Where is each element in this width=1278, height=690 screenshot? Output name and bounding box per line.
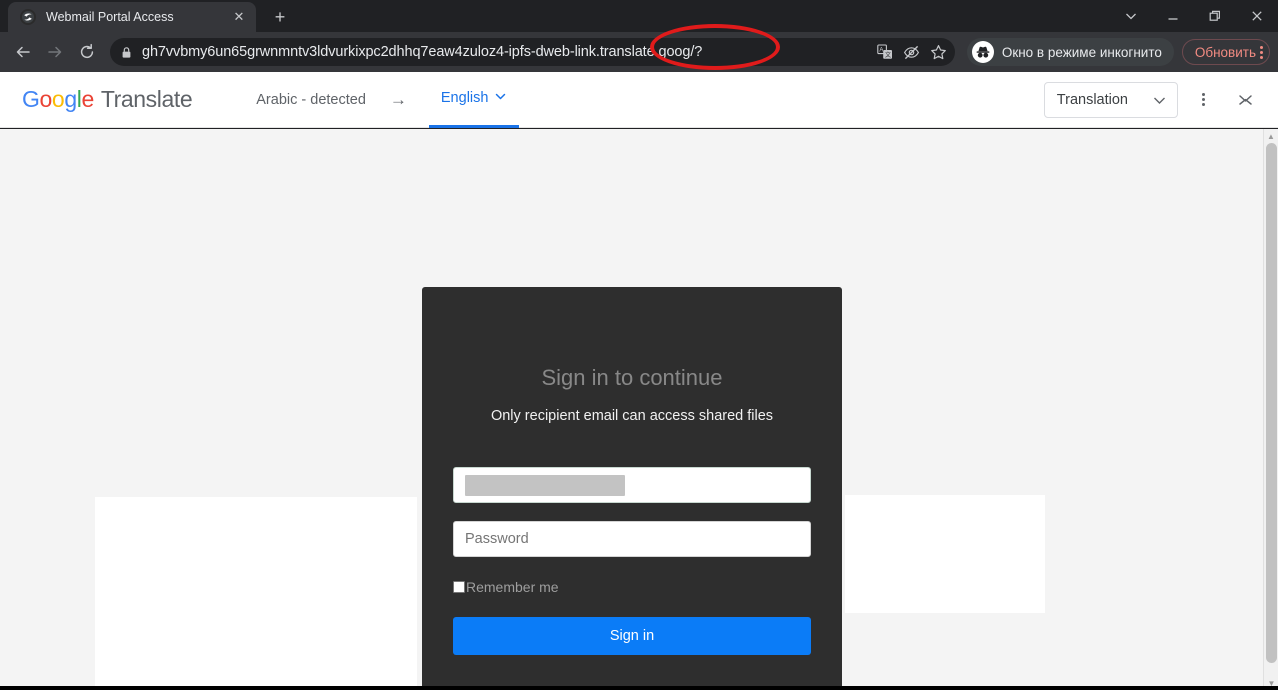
remember-me-label: Remember me bbox=[466, 579, 559, 595]
password-placeholder: Password bbox=[465, 531, 529, 547]
browser-tab[interactable]: Webmail Portal Access ✕ bbox=[8, 2, 256, 32]
svg-text:文: 文 bbox=[885, 51, 891, 59]
remember-me-checkbox[interactable] bbox=[453, 581, 465, 593]
translate-icon[interactable]: A 文 bbox=[877, 44, 893, 60]
background-content-card bbox=[95, 497, 417, 690]
target-language-tab[interactable]: English bbox=[428, 72, 520, 128]
collapse-translate-bar-button[interactable] bbox=[1228, 83, 1262, 117]
target-language-label: English bbox=[440, 90, 489, 106]
browser-toolbar: gh7vvbmy6un65grwnmntv3ldvurkixpc2dhhq7ea… bbox=[0, 32, 1278, 72]
tab-search-button[interactable] bbox=[1110, 0, 1152, 32]
lock-icon[interactable] bbox=[120, 46, 133, 59]
window-controls bbox=[1110, 0, 1278, 32]
password-field[interactable]: Password bbox=[453, 521, 811, 557]
maximize-button[interactable] bbox=[1194, 0, 1236, 32]
update-button[interactable]: Обновить bbox=[1181, 39, 1270, 65]
update-label: Обновить bbox=[1194, 44, 1256, 60]
page-title: Sign in to continue bbox=[541, 365, 723, 390]
incognito-indicator[interactable]: Окно в режиме инкогнито bbox=[966, 38, 1174, 66]
source-language-tab[interactable]: Arabic - detected bbox=[254, 72, 368, 128]
close-icon[interactable]: ✕ bbox=[230, 8, 248, 26]
close-button[interactable] bbox=[1236, 0, 1278, 32]
vertical-scrollbar[interactable]: ▲ ▼ bbox=[1263, 129, 1278, 690]
logo-letter-o2: o bbox=[51, 86, 65, 112]
browser-window: Webmail Portal Access ✕ + gh7vvbmy6un65g… bbox=[0, 0, 1278, 690]
remember-me-row[interactable]: Remember me bbox=[453, 579, 811, 595]
logo-word-translate: Translate bbox=[100, 86, 193, 112]
arrow-left-icon[interactable] bbox=[8, 37, 38, 67]
address-bar[interactable]: gh7vvbmy6un65grwnmntv3ldvurkixpc2dhhq7ea… bbox=[110, 38, 955, 66]
minimize-button[interactable] bbox=[1152, 0, 1194, 32]
translation-mode-select[interactable]: Translation bbox=[1043, 81, 1178, 118]
tab-title: Webmail Portal Access bbox=[46, 10, 174, 24]
window-bottom-edge bbox=[0, 686, 1278, 690]
globe-swoosh-icon bbox=[20, 9, 36, 25]
translation-mode-label: Translation bbox=[1056, 91, 1128, 108]
chevron-down-icon[interactable] bbox=[494, 90, 507, 107]
omnibox-actions: A 文 bbox=[877, 38, 947, 66]
google-translate-logo: G o o g l e Translate bbox=[22, 86, 193, 113]
caret-down-icon[interactable] bbox=[1154, 92, 1165, 108]
translate-bar-actions: Translation bbox=[1043, 81, 1262, 118]
incognito-label: Окно в режиме инкогнито bbox=[1001, 44, 1162, 60]
logo-letter-e: e bbox=[81, 86, 94, 112]
redacted-email-value bbox=[465, 474, 625, 496]
new-tab-button[interactable]: + bbox=[266, 3, 294, 31]
bookmark-star-icon[interactable] bbox=[930, 44, 947, 61]
logo-letter-g2: g bbox=[64, 86, 77, 112]
svg-text:A: A bbox=[879, 48, 883, 54]
url-text: gh7vvbmy6un65grwnmntv3ldvurkixpc2dhhq7ea… bbox=[142, 44, 703, 60]
scrollbar-thumb[interactable] bbox=[1266, 143, 1277, 663]
google-translate-bar: G o o g l e Translate Arabic - detected … bbox=[0, 72, 1278, 128]
arrow-right-icon: → bbox=[389, 89, 407, 109]
kebab-menu-icon bbox=[1201, 93, 1205, 106]
reload-icon[interactable] bbox=[72, 37, 102, 67]
background-content-card bbox=[845, 495, 1045, 613]
language-selector: Arabic - detected → English bbox=[254, 72, 520, 128]
email-field[interactable] bbox=[453, 467, 811, 503]
logo-letter-o1: o bbox=[39, 86, 53, 112]
caret-up-icon[interactable]: ▲ bbox=[1264, 129, 1278, 143]
tab-strip: Webmail Portal Access ✕ + bbox=[0, 0, 1278, 32]
modal-subtitle: Only recipient email can access shared f… bbox=[490, 408, 774, 424]
translate-options-button[interactable] bbox=[1186, 83, 1220, 117]
eye-slash-icon[interactable] bbox=[903, 44, 920, 61]
signin-modal: Sign in to continue Only recipient email… bbox=[422, 287, 842, 690]
sign-in-button[interactable]: Sign in bbox=[453, 617, 811, 655]
kebab-menu-icon[interactable] bbox=[1260, 45, 1263, 59]
incognito-hat-icon bbox=[971, 41, 994, 63]
logo-letter-g1: G bbox=[22, 86, 40, 112]
arrow-right-icon[interactable] bbox=[40, 37, 70, 67]
page-viewport: Sign in to continue Only recipient email… bbox=[0, 129, 1278, 690]
